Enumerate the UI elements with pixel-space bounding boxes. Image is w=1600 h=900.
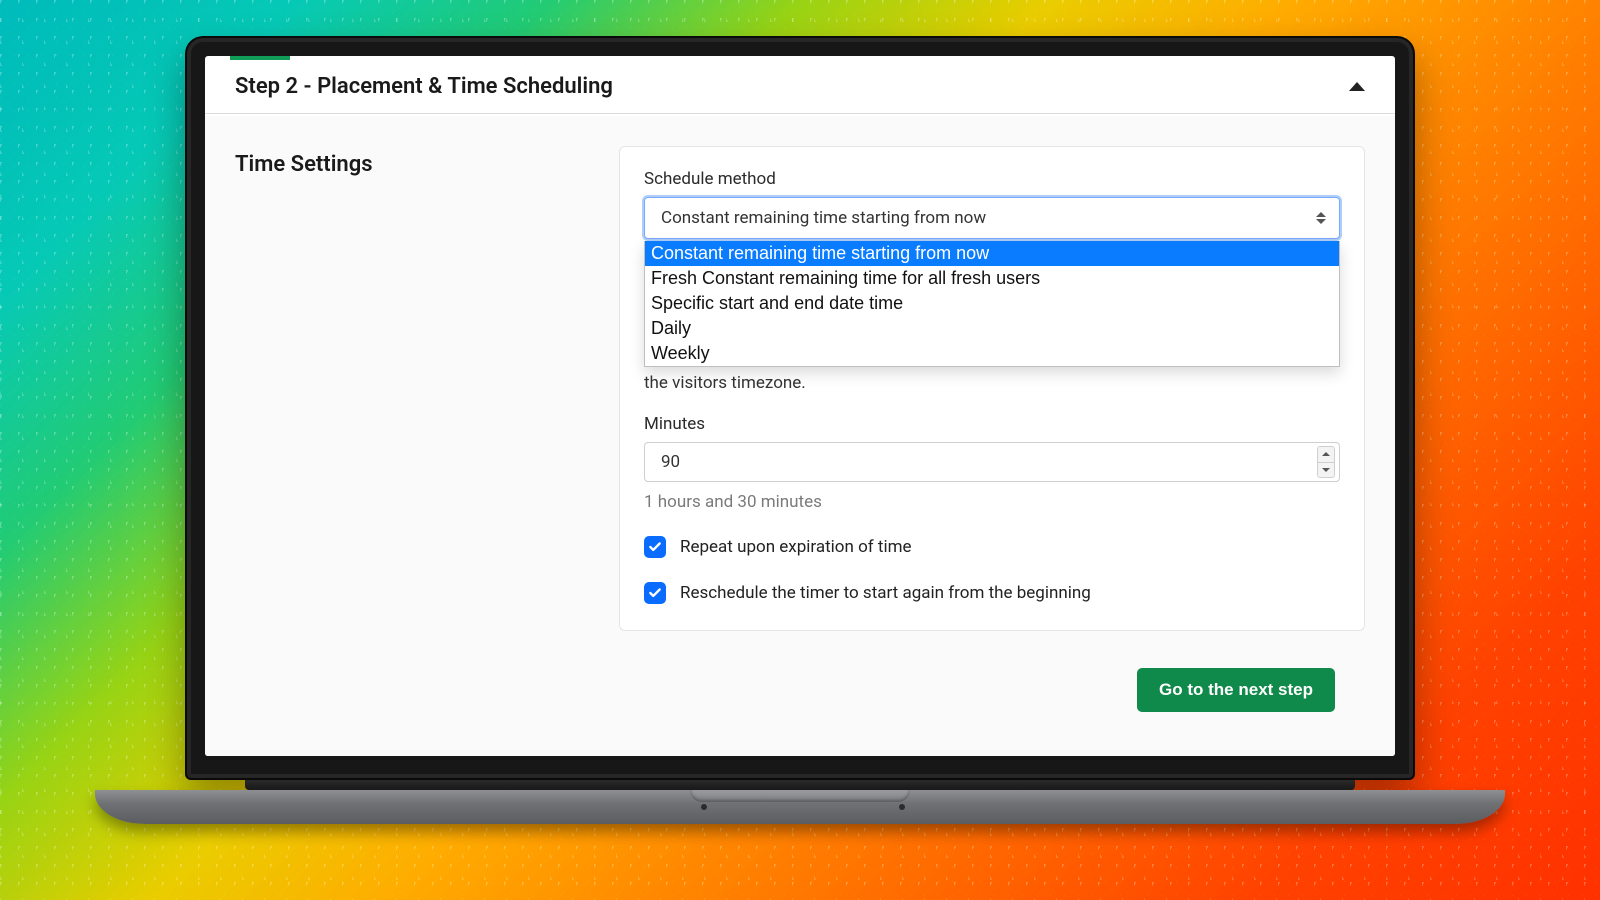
chevron-up-icon: [1322, 452, 1330, 456]
repeat-checkbox[interactable]: [644, 536, 666, 558]
minutes-label: Minutes: [644, 414, 1340, 434]
schedule-method-label: Schedule method: [644, 169, 1340, 189]
minutes-helper: 1 hours and 30 minutes: [644, 492, 1340, 512]
minutes-value: 90: [661, 452, 680, 472]
check-icon: [648, 586, 662, 600]
schedule-option[interactable]: Weekly: [645, 341, 1339, 366]
step-up-button[interactable]: [1318, 447, 1334, 462]
schedule-method-dropdown: Constant remaining time starting from no…: [644, 241, 1340, 367]
time-settings-card: Schedule method Constant remaining time …: [619, 146, 1365, 631]
schedule-option[interactable]: Specific start and end date time: [645, 291, 1339, 316]
settings-panel: Step 2 - Placement & Time Scheduling Tim…: [205, 60, 1395, 756]
collapse-icon: [1349, 82, 1365, 91]
section-title: Time Settings: [235, 146, 595, 732]
schedule-method-select-shell: Constant remaining time starting from no…: [644, 197, 1340, 239]
stepper-buttons: [1317, 446, 1335, 478]
repeat-label: Repeat upon expiration of time: [680, 537, 912, 557]
laptop-base: [95, 790, 1505, 824]
schedule-method-select[interactable]: Constant remaining time starting from no…: [644, 197, 1340, 239]
step-down-button[interactable]: [1318, 462, 1334, 478]
next-step-button[interactable]: Go to the next step: [1137, 668, 1335, 712]
schedule-option[interactable]: Constant remaining time starting from no…: [645, 241, 1339, 266]
reschedule-checkbox[interactable]: [644, 582, 666, 604]
updown-icon: [1316, 212, 1326, 224]
step-title: Step 2 - Placement & Time Scheduling: [235, 74, 613, 99]
laptop-notch: [690, 790, 910, 802]
schedule-option[interactable]: Fresh Constant remaining time for all fr…: [645, 266, 1339, 291]
reschedule-label: Reschedule the timer to start again from…: [680, 583, 1091, 603]
check-icon: [648, 540, 662, 554]
minutes-input[interactable]: 90: [644, 442, 1340, 482]
laptop-bezel: Step 2 - Placement & Time Scheduling Tim…: [185, 36, 1415, 780]
chevron-down-icon: [1322, 468, 1330, 472]
laptop-hinge: [245, 780, 1355, 790]
accordion-header[interactable]: Step 2 - Placement & Time Scheduling: [205, 60, 1395, 114]
footer: Go to the next step: [1137, 668, 1335, 712]
panel-body: Time Settings Schedule method Constant r…: [205, 116, 1395, 756]
schedule-method-value: Constant remaining time starting from no…: [661, 208, 986, 228]
screen: Step 2 - Placement & Time Scheduling Tim…: [205, 56, 1395, 756]
schedule-option[interactable]: Daily: [645, 316, 1339, 341]
laptop-mockup: Step 2 - Placement & Time Scheduling Tim…: [185, 36, 1415, 824]
